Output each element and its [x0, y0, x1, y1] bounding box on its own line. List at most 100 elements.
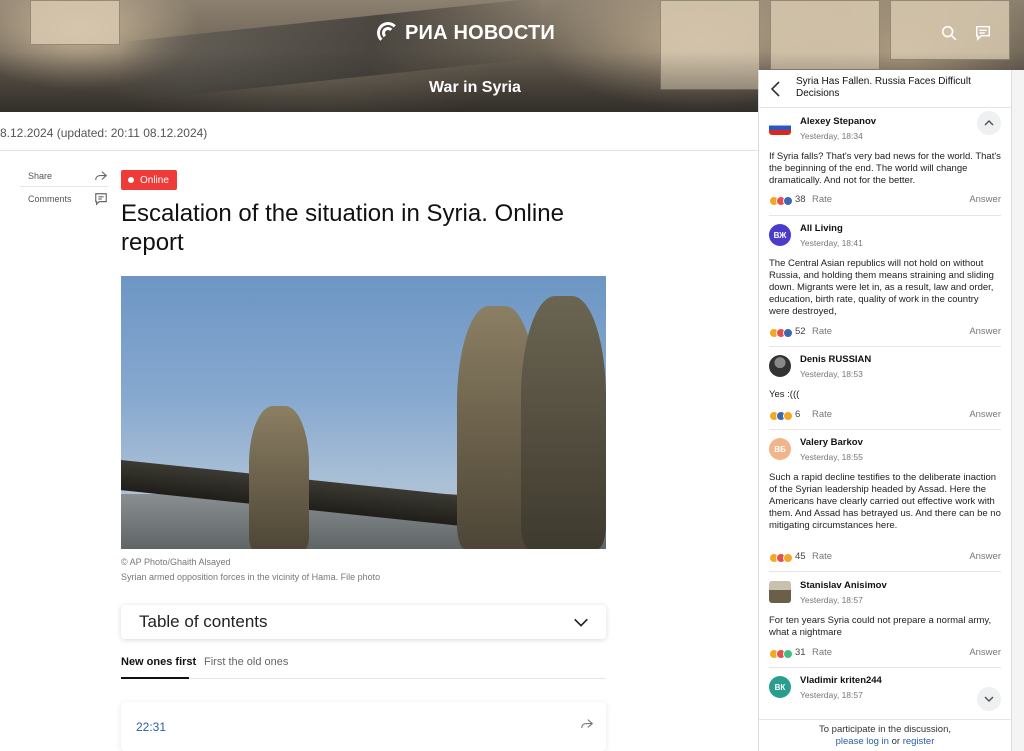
back-chevron-icon[interactable]: [769, 80, 783, 98]
comment-text: Yes :(((: [769, 389, 800, 400]
avatar: ВБ: [769, 438, 791, 460]
comment-author[interactable]: All Living: [800, 223, 843, 234]
comment-footer: 52 Rate Answer: [769, 326, 1001, 340]
answer-button[interactable]: Answer: [969, 551, 1001, 562]
comment: Alexey Stepanov Yesterday, 18:34 If Syri…: [769, 116, 1001, 216]
comment-text: The Central Asian republics will not hol…: [769, 258, 994, 317]
comment: ВБ Valery Barkov Yesterday, 18:55 Such a…: [769, 437, 1001, 572]
login-prompt-text: To participate in the discussion,: [818, 724, 952, 735]
comment-text: Such a rapid decline testifies to the de…: [769, 472, 1001, 531]
answer-button[interactable]: Answer: [969, 409, 1001, 420]
tab-old-first[interactable]: First the old ones: [204, 656, 288, 668]
share-arrow-icon[interactable]: [580, 717, 594, 731]
comment: ВЖ All Living Yesterday, 18:41 The Centr…: [769, 223, 1001, 347]
comment-footer: 31 Rate Answer: [769, 647, 1001, 661]
active-tab-underline: [121, 677, 189, 679]
comments-login-prompt: To participate in the discussion, please…: [759, 719, 1011, 751]
register-link[interactable]: register: [903, 736, 935, 747]
reactions-icon: [769, 196, 793, 206]
avatar: ВК: [769, 676, 791, 698]
rate-button[interactable]: Rate: [812, 647, 832, 658]
login-link[interactable]: please log in: [836, 736, 889, 747]
comment: Denis RUSSIAN Yesterday, 18:53 Yes :((( …: [769, 354, 1001, 430]
reactions-icon: [769, 328, 793, 338]
divider: [121, 678, 606, 679]
comments-panel: Syria Has Fallen. Russia Faces Difficult…: [758, 70, 1012, 751]
comment-rating: 52: [795, 326, 806, 337]
answer-button[interactable]: Answer: [969, 647, 1001, 658]
comment-author[interactable]: Denis RUSSIAN: [800, 354, 871, 365]
photo-figure: [249, 406, 309, 549]
article-photo[interactable]: [121, 276, 606, 549]
comment-author[interactable]: Stanislav Anisimov: [800, 580, 887, 591]
answer-button[interactable]: Answer: [969, 194, 1001, 205]
hero-image-building: [30, 0, 120, 45]
tab-new-first[interactable]: New ones first: [121, 656, 196, 668]
comment-time: Yesterday, 18:34: [800, 131, 863, 141]
table-of-contents-toggle[interactable]: Table of contents: [121, 605, 606, 639]
divider: [769, 667, 1001, 668]
chevron-down-icon: [574, 618, 588, 627]
comment-footer: 6 Rate Answer: [769, 409, 1001, 423]
comments-label: Comments: [28, 194, 72, 204]
badge-label: Online: [140, 174, 169, 186]
comments-button[interactable]: Comments: [20, 188, 108, 210]
rate-button[interactable]: Rate: [812, 194, 832, 205]
comment-text: If Syria falls? That's very bad news for…: [769, 151, 1001, 186]
chevron-down-icon: [984, 696, 994, 703]
entry-time: 22:31: [136, 720, 167, 734]
photo-credit: © AP Photo/Ghaith Alsayed: [121, 557, 231, 567]
comments-panel-title: Syria Has Fallen. Russia Faces Difficult…: [796, 76, 971, 99]
live-dot-icon: [128, 177, 134, 183]
ria-logo-icon: [377, 22, 399, 44]
comment-author[interactable]: Vladimir kriten244: [800, 675, 882, 686]
comment-rating: 45: [795, 551, 806, 562]
comment-author[interactable]: Alexey Stepanov: [800, 116, 876, 127]
divider: [769, 215, 1001, 216]
rate-button[interactable]: Rate: [812, 326, 832, 337]
comment-time: Yesterday, 18:55: [800, 452, 863, 462]
comment: Stanislav Anisimov Yesterday, 18:57 For …: [769, 580, 1001, 668]
online-badge: Online: [121, 170, 177, 190]
comment-rating: 38: [795, 194, 806, 205]
page-scrollbar[interactable]: [1012, 70, 1024, 751]
comment-author[interactable]: Valery Barkov: [800, 437, 863, 448]
comment-footer: 38 Rate Answer: [769, 194, 1001, 208]
avatar: [769, 581, 791, 603]
comments-panel-header: Syria Has Fallen. Russia Faces Difficult…: [759, 70, 1011, 108]
divider: [0, 150, 758, 151]
answer-button[interactable]: Answer: [969, 326, 1001, 337]
comment-rating: 6: [795, 409, 801, 420]
scroll-down-button[interactable]: [977, 687, 1001, 711]
comment-time: Yesterday, 18:57: [800, 690, 863, 700]
photo-figure: [521, 296, 606, 549]
comment-footer: 45 Rate Answer: [769, 551, 1001, 565]
comment-icon: [95, 193, 107, 206]
reactions-icon: [769, 411, 793, 421]
photo-caption: Syrian armed opposition forces in the vi…: [121, 572, 381, 582]
chat-icon[interactable]: [974, 24, 992, 42]
divider: [20, 186, 108, 187]
share-button[interactable]: Share: [20, 165, 108, 187]
toc-label: Table of contents: [139, 612, 268, 631]
reactions-icon: [769, 649, 793, 659]
article-date: 8.12.2024 (updated: 20:11 08.12.2024): [0, 126, 208, 140]
article-headline: Escalation of the situation in Syria. On…: [121, 200, 564, 256]
comment-rating: 31: [795, 647, 806, 658]
live-entry-card[interactable]: 22:31: [121, 702, 606, 751]
divider: [769, 346, 1001, 347]
search-icon[interactable]: [940, 24, 958, 42]
avatar: ВЖ: [769, 224, 791, 246]
or-text: or: [891, 736, 901, 747]
divider: [769, 571, 1001, 572]
avatar: [769, 121, 791, 135]
rate-button[interactable]: Rate: [812, 409, 832, 420]
share-label: Share: [28, 171, 53, 181]
share-arrow-icon: [95, 171, 108, 180]
comment-text: For ten years Syria could not prepare a …: [769, 615, 992, 638]
divider: [769, 429, 1001, 430]
rate-button[interactable]: Rate: [812, 551, 832, 562]
logo-text: РИА НОВОСТИ: [405, 21, 555, 44]
comment-time: Yesterday, 18:53: [800, 369, 863, 379]
site-logo[interactable]: РИА НОВОСТИ: [377, 20, 555, 46]
